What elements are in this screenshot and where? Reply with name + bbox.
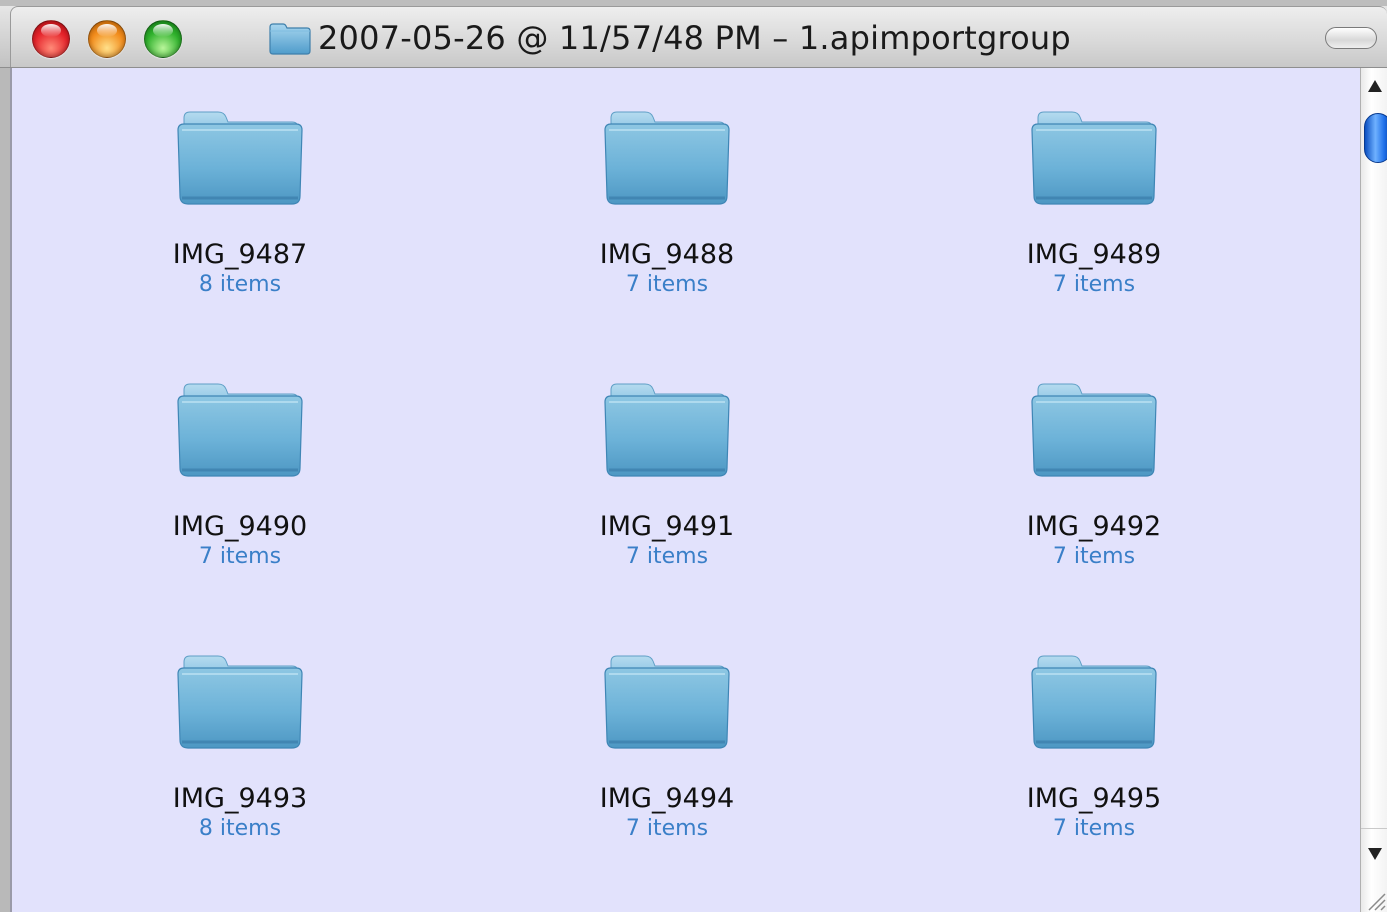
folder-icon-view[interactable]: IMG_9487 8 items IMG_9488 7 items IMG_94… — [10, 68, 1360, 912]
folder-item-count: 8 items — [198, 816, 282, 841]
folder-icon[interactable] — [601, 652, 733, 752]
folder-item[interactable]: IMG_9489 7 items — [974, 108, 1214, 308]
scroll-arrow-divider — [1361, 828, 1387, 829]
folder-item[interactable]: IMG_9492 7 items — [974, 380, 1214, 580]
title-folder-icon[interactable] — [268, 21, 312, 55]
folder-item[interactable]: IMG_9487 8 items — [120, 108, 360, 308]
folder-item-count: 8 items — [198, 272, 282, 297]
folder-icon[interactable] — [1028, 108, 1160, 208]
folder-item[interactable]: IMG_9490 7 items — [120, 380, 360, 580]
folder-icon[interactable] — [601, 380, 733, 480]
resize-grip-icon[interactable] — [1361, 886, 1387, 912]
scroll-down-arrow-icon[interactable] — [1368, 848, 1382, 860]
folder-name[interactable]: IMG_9491 — [600, 512, 734, 542]
folder-name[interactable]: IMG_9493 — [173, 784, 307, 814]
folder-item-count: 7 items — [198, 544, 282, 569]
scroll-up-arrow-icon[interactable] — [1368, 80, 1382, 92]
folder-item-count: 7 items — [625, 544, 709, 569]
folder-item[interactable]: IMG_9488 7 items — [547, 108, 787, 308]
toolbar-toggle-button[interactable] — [1325, 27, 1377, 49]
close-button[interactable] — [32, 20, 70, 58]
window-title-group: 2007-05-26 @ 11/57/48 PM – 1.apimportgro… — [268, 18, 1071, 58]
folder-icon[interactable] — [174, 108, 306, 208]
folder-item[interactable]: IMG_9495 7 items — [974, 652, 1214, 852]
folder-item-count: 7 items — [625, 816, 709, 841]
folder-name[interactable]: IMG_9494 — [600, 784, 734, 814]
folder-item-count: 7 items — [625, 272, 709, 297]
folder-icon[interactable] — [174, 652, 306, 752]
folder-item[interactable]: IMG_9491 7 items — [547, 380, 787, 580]
folder-icon[interactable] — [1028, 380, 1160, 480]
zoom-button[interactable] — [144, 20, 182, 58]
folder-name[interactable]: IMG_9488 — [600, 240, 734, 270]
folder-name[interactable]: IMG_9489 — [1027, 240, 1161, 270]
window-titlebar[interactable]: 2007-05-26 @ 11/57/48 PM – 1.apimportgro… — [0, 0, 1387, 68]
window-title: 2007-05-26 @ 11/57/48 PM – 1.apimportgro… — [318, 19, 1071, 57]
folder-icon[interactable] — [601, 108, 733, 208]
scroll-thumb[interactable] — [1364, 113, 1387, 163]
folder-item[interactable]: IMG_9494 7 items — [547, 652, 787, 852]
vertical-scrollbar[interactable] — [1360, 68, 1387, 912]
folder-item-count: 7 items — [1052, 272, 1136, 297]
folder-name[interactable]: IMG_9492 — [1027, 512, 1161, 542]
minimize-button[interactable] — [88, 20, 126, 58]
folder-icon[interactable] — [1028, 652, 1160, 752]
folder-item-count: 7 items — [1052, 544, 1136, 569]
folder-name[interactable]: IMG_9490 — [173, 512, 307, 542]
folder-item[interactable]: IMG_9493 8 items — [120, 652, 360, 852]
folder-name[interactable]: IMG_9495 — [1027, 784, 1161, 814]
folder-name[interactable]: IMG_9487 — [173, 240, 307, 270]
folder-item-count: 7 items — [1052, 816, 1136, 841]
folder-icon[interactable] — [174, 380, 306, 480]
